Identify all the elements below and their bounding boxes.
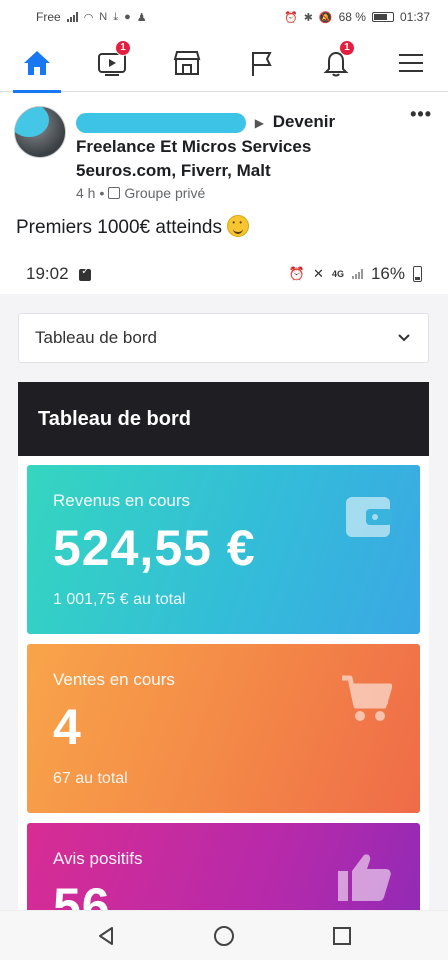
image-battery-percent: 16% (370, 264, 405, 283)
nav-pages[interactable] (233, 34, 289, 92)
nav-notifications[interactable]: 1 (308, 34, 364, 92)
messenger-icon: ● (124, 11, 131, 23)
battery-icon (371, 12, 394, 22)
image-status-bar: 19:02 ⏰ ✕ 4G 16% (0, 254, 448, 294)
notifications-badge: 1 (338, 39, 355, 56)
redacted-author-name (76, 112, 246, 133)
card-label: Revenus en cours (53, 491, 191, 510)
post-image-screenshot[interactable]: 19:02 ⏰ ✕ 4G 16% Tableau de bord Tableau… (0, 254, 448, 910)
battery-percent: 68 % (338, 10, 366, 24)
back-icon[interactable] (96, 925, 118, 947)
group-name-start: Devenir (272, 112, 336, 131)
watch-badge: 1 (114, 39, 131, 56)
reviews-card[interactable]: Avis positifs 56 (27, 823, 420, 910)
group-type: Groupe privé (124, 185, 206, 201)
author-avatar[interactable] (14, 106, 66, 158)
post-subtitle: 4 h • Groupe privé (76, 185, 434, 201)
thumbs-up-icon (338, 854, 391, 901)
clock: 01:37 (399, 10, 430, 24)
post-time[interactable]: 4 h (76, 185, 95, 201)
wifi-icon: ◠ (83, 11, 94, 24)
person-icon: ♟ (136, 11, 147, 24)
home-circle-icon[interactable] (213, 925, 235, 947)
dashboard-title: Tableau de bord (18, 382, 429, 456)
menu-icon (398, 53, 423, 72)
nav-marketplace[interactable] (159, 34, 215, 92)
sales-card[interactable]: Ventes en cours 4 67 au total (27, 644, 420, 813)
status-left: Free ◠ N ⤓ ● ♟ (36, 10, 147, 24)
card-subtext: 67 au total (53, 770, 128, 787)
network-type: 4G (331, 269, 344, 279)
phone-status-bar: Free ◠ N ⤓ ● ♟ ⏰ ✱ 🔕 68 % 01:37 (0, 0, 448, 34)
mute-icon: ✕ (313, 266, 324, 281)
post-header: ▶ Devenir Freelance Et Micros Services 5… (0, 92, 448, 201)
mute-icon: 🔕 (318, 11, 333, 24)
recents-icon[interactable] (331, 925, 353, 947)
battery-icon (413, 266, 422, 282)
bluetooth-icon: ✱ (303, 11, 313, 24)
alarm-icon: ⏰ (288, 266, 306, 281)
facebook-nav-bar: 1 1 (0, 34, 448, 93)
download-icon: ⤓ (113, 10, 119, 23)
signal-icon (66, 12, 78, 22)
check-icon (79, 266, 92, 281)
signal-icon (351, 269, 363, 279)
android-nav-bar (0, 910, 448, 960)
group-name-line2: Freelance Et Micros Services (76, 137, 312, 156)
post-meta: ▶ Devenir Freelance Et Micros Services 5… (76, 106, 434, 201)
shop-icon (173, 50, 200, 75)
home-icon (24, 50, 51, 75)
nav-menu[interactable] (383, 34, 439, 92)
group-name-line3: 5euros.com, Fiverr, Malt (76, 161, 271, 180)
card-subtext: 1 001,75 € au total (53, 591, 186, 608)
dropdown-value: Tableau de bord (35, 328, 157, 347)
nfc-icon: N (99, 11, 108, 23)
image-clock: 19:02 (26, 264, 69, 283)
post-title[interactable]: ▶ Devenir Freelance Et Micros Services 5… (76, 110, 434, 183)
nav-watch[interactable]: 1 (84, 34, 140, 92)
chevron-down-icon (398, 334, 410, 342)
carrier-label: Free (36, 10, 61, 24)
post-text: Premiers 1000€ atteinds (16, 217, 222, 238)
arrow-right-icon: ▶ (254, 116, 264, 130)
group-icon (108, 187, 121, 199)
revenue-card[interactable]: Revenus en cours 524,55 € 1 001,75 € au … (27, 465, 420, 634)
nav-home[interactable] (9, 34, 65, 93)
wallet-icon (346, 497, 392, 537)
post-body: Premiers 1000€ atteinds (0, 201, 448, 239)
cart-icon (342, 675, 392, 721)
alarm-icon: ⏰ (283, 11, 298, 24)
card-value: 524,55 € (53, 520, 256, 576)
dashboard-panel: Tableau de bord Revenus en cours 524,55 … (18, 382, 429, 910)
separator-dot: • (99, 185, 105, 201)
image-status-right: ⏰ ✕ 4G 16% (289, 264, 422, 284)
dashboard-select[interactable]: Tableau de bord (18, 313, 429, 363)
more-options-button[interactable]: ••• (410, 104, 432, 125)
status-right: ⏰ ✱ 🔕 68 % 01:37 (284, 10, 430, 24)
flag-icon (252, 51, 272, 76)
smiley-emoji-icon (227, 215, 250, 237)
